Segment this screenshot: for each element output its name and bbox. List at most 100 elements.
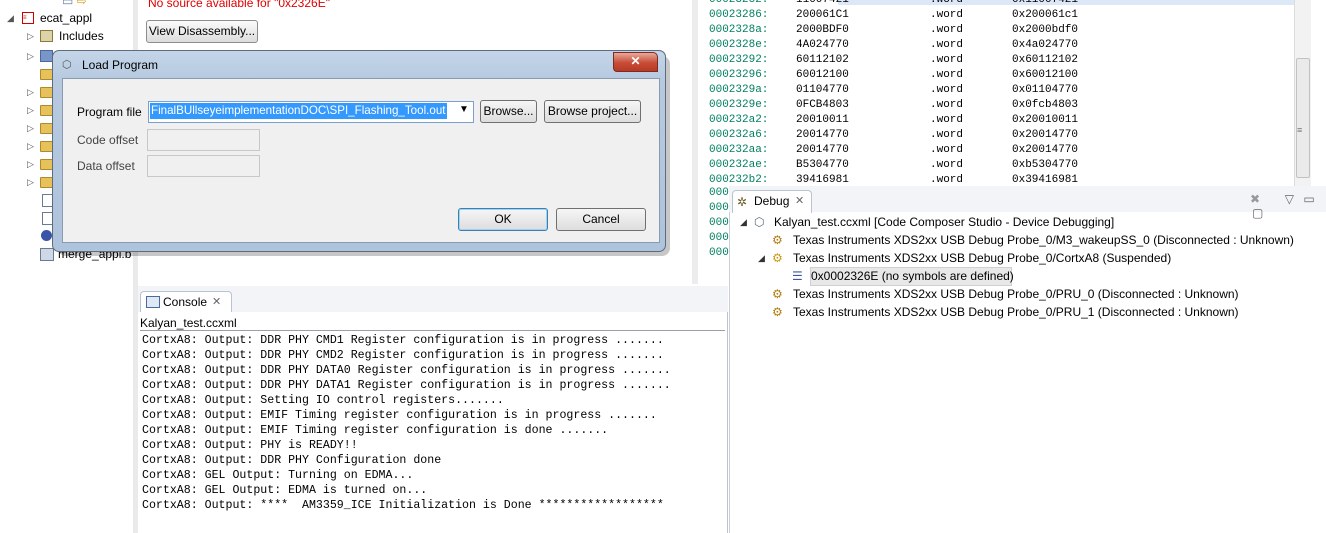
browse-button[interactable]: Browse... [480, 100, 537, 123]
operand: 0x20014770 [1012, 129, 1079, 141]
close-icon[interactable]: ✕ [795, 194, 804, 207]
console-line: CortxA8: GEL Output: EDMA is turned on..… [142, 484, 428, 497]
expand-arrow-icon[interactable]: ▷ [27, 137, 35, 155]
stack-frame-label: 0x0002326E (no symbols are defined) [811, 269, 1014, 283]
mnemonic: .word [930, 39, 964, 51]
expand-arrow-icon[interactable]: ▷ [27, 47, 35, 65]
core-disconnected-icon: ⚙ [772, 287, 783, 301]
project-name: ecat_appl [40, 11, 93, 25]
remove-terminated-icon[interactable]: ✖ [1250, 192, 1260, 206]
disassembly-row-clipped: 000 [709, 247, 729, 259]
console-line: CortxA8: Output: Setting IO control regi… [142, 394, 504, 407]
maximize-icon[interactable]: ▢ [1252, 206, 1263, 220]
close-icon[interactable]: ✕ [212, 295, 221, 308]
expand-arrow-icon[interactable]: ▷ [27, 173, 35, 191]
disassembly-row[interactable]: 00023292: 60112102 .word 0x60112102 [698, 53, 1294, 68]
scrollbar-grip-icon: ≡ [1297, 125, 1303, 135]
disassembly-row-clipped: 000 [709, 202, 729, 214]
operand: 0x20014770 [1012, 144, 1079, 156]
code-offset-field[interactable] [147, 129, 260, 151]
opcode-hex: 20010011 [796, 114, 849, 126]
data-offset-field[interactable] [147, 155, 260, 177]
console-line: CortxA8: Output: EMIF Timing register co… [142, 409, 657, 422]
view-disassembly-button[interactable]: View Disassembly... [146, 20, 258, 43]
core-label: Texas Instruments XDS2xx USB Debug Probe… [793, 233, 1294, 247]
mnemonic: .word [930, 54, 964, 66]
opcode-hex: 20014770 [796, 144, 849, 156]
operand: 0x60012100 [1012, 69, 1079, 81]
expand-arrow-icon[interactable]: ▷ [27, 101, 35, 119]
console-line: CortxA8: Output: **** AM3359_ICE Initial… [142, 499, 664, 512]
disassembly-row[interactable]: 000232ae: B5304770 .word 0xb5304770 [698, 158, 1294, 173]
address: 0002329a: [709, 84, 769, 96]
data-offset-label: Data offset [77, 159, 135, 173]
mnemonic: .word [930, 114, 964, 126]
operand: 0x01104770 [1012, 84, 1079, 96]
disassembly-row[interactable]: 000232a6: 20014770 .word 0x20014770 [698, 128, 1294, 143]
expand-arrow-icon[interactable]: ▷ [27, 83, 35, 101]
operand: 0x11007421 [1012, 0, 1079, 6]
browse-project-button[interactable]: Browse project... [544, 100, 641, 123]
mnemonic: .word [930, 69, 964, 81]
collapse-arrow-icon[interactable]: ◢ [758, 249, 765, 267]
operand: 0xb5304770 [1012, 159, 1079, 171]
scrollbar-thumb[interactable] [1296, 58, 1310, 178]
disassembly-row[interactable]: 000232aa: 20014770 .word 0x20014770 [698, 143, 1294, 158]
expand-arrow-icon[interactable]: ▷ [27, 119, 35, 137]
disassembly-row[interactable]: 0002328e: 4A024770 .word 0x4a024770 [698, 38, 1294, 53]
mnemonic: .word [930, 129, 964, 141]
disassembly-row[interactable]: 00023286: 200061C1 .word 0x200061c1 [698, 8, 1294, 23]
code-offset-label: Code offset [77, 133, 139, 147]
expand-arrow-icon[interactable]: ▷ [27, 155, 35, 173]
opcode-hex: 20014770 [796, 129, 849, 141]
address: 0002328e: [709, 39, 769, 51]
console-line: CortxA8: Output: DDR PHY CMD2 Register c… [142, 349, 664, 362]
operand: 0x4a024770 [1012, 39, 1079, 51]
address: 00023296: [709, 69, 769, 81]
debug-tabbar [729, 186, 1326, 212]
mnemonic: .word [930, 159, 964, 171]
console-line: CortxA8: Output: EMIF Timing register co… [142, 424, 609, 437]
core-suspended-icon: ⚙ [772, 251, 783, 265]
disassembly-row[interactable]: 0002329e: 0FCB4803 .word 0x0fcb4803 [698, 98, 1294, 113]
minimize-icon[interactable]: ▭ [1303, 192, 1314, 206]
disassembly-row[interactable]: 0002329a: 01104770 .word 0x01104770 [698, 83, 1294, 98]
disassembly-row-clipped: 000 [709, 232, 729, 244]
bug-icon: ✲ [737, 195, 748, 209]
disassembly-row[interactable]: 0002328a: 2000BDF0 .word 0x2000bdf0 [698, 23, 1294, 38]
opcode-hex: 200061C1 [796, 9, 849, 21]
ccs-project-icon: ≡ [22, 12, 34, 24]
debug-root-label: Kalyan_test.ccxml [Code Composer Studio … [774, 215, 1115, 229]
view-menu-icon[interactable]: ▽ [1285, 192, 1294, 206]
toolbar-icons: ▭ ⇨ [62, 0, 87, 8]
dropdown-arrow-icon[interactable]: ▼ [459, 104, 469, 115]
disassembly-row[interactable]: 00023296: 60012100 .word 0x60012100 [698, 68, 1294, 83]
expand-arrow-icon[interactable]: ▷ [27, 27, 35, 45]
target-config-icon [41, 230, 52, 241]
core-disconnected-icon: ⚙ [772, 305, 783, 319]
program-file-value[interactable]: FinalBUllseyeimplementationDOC\SPI_Flash… [150, 103, 447, 119]
opcode-hex: 2000BDF0 [796, 24, 849, 36]
collapse-arrow-icon[interactable]: ◢ [740, 213, 747, 231]
program-file-label: Program file [77, 105, 142, 119]
cancel-button[interactable]: Cancel [556, 208, 646, 231]
includes-label: Includes [59, 29, 104, 43]
dialog-title: Load Program [82, 58, 159, 72]
view-toolbar: ✖ ▽ ▭ ▢ [1250, 192, 1326, 220]
console-line: CortxA8: Output: DDR PHY DATA0 Register … [142, 364, 671, 377]
disassembly-row[interactable]: 00023282: 11007421 .word 0x11007421 [698, 0, 1294, 8]
opcode-hex: 60112102 [796, 54, 849, 66]
mnemonic: .word [930, 99, 964, 111]
opcode-hex: B5304770 [796, 159, 849, 171]
core-label: Texas Instruments XDS2xx USB Debug Probe… [793, 251, 1172, 265]
ok-button[interactable]: OK [458, 208, 548, 231]
core-label: Texas Instruments XDS2xx USB Debug Probe… [793, 305, 1239, 319]
console-line: CortxA8: Output: DDR PHY CMD1 Register c… [142, 334, 664, 347]
disassembly-row[interactable]: 000232a2: 20010011 .word 0x20010011 [698, 113, 1294, 128]
console-line: CortxA8: Output: DDR PHY Configuration d… [142, 454, 442, 467]
collapse-arrow-icon[interactable]: ◢ [7, 9, 15, 27]
console-line: CortxA8: GEL Output: Turning on EDMA... [142, 469, 414, 482]
address: 000232aa: [709, 144, 769, 156]
dialog-close-button[interactable]: ✕ [613, 52, 658, 72]
binary-file-icon [40, 248, 54, 261]
